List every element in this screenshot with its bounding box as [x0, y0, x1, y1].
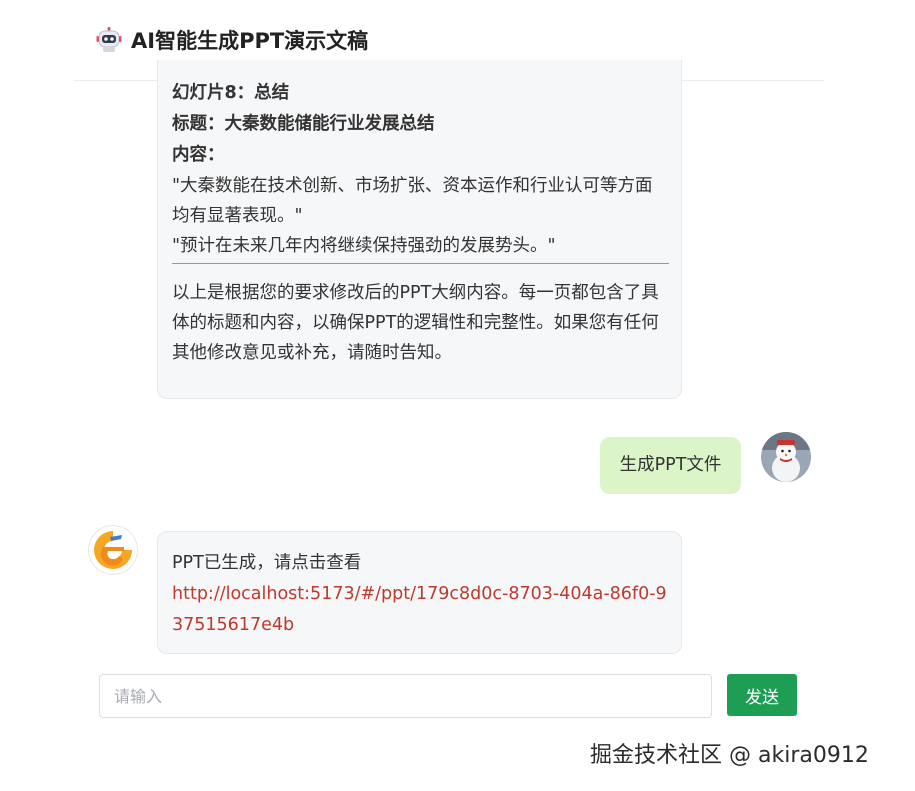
- assistant-outline-message: 幻灯片8：总结 标题：大秦数能储能行业发展总结 内容： "大秦数能在技术创新、市…: [157, 60, 682, 399]
- page-title: AI智能生成PPT演示文稿: [131, 29, 369, 53]
- content-label: 内容：: [172, 145, 225, 165]
- outline-bullet-2: "预计在未来几年内将继续保持强劲的发展势头。": [172, 236, 556, 256]
- slide-heading: 幻灯片8：总结: [172, 83, 290, 103]
- outline-bullet-1: "大秦数能在技术创新、市场扩张、资本运作和行业认可等方面均有显著表现。": [172, 176, 653, 226]
- user-message: 生成PPT文件: [600, 437, 741, 494]
- robot-icon: [96, 26, 122, 53]
- bot-avatar: [88, 525, 138, 575]
- send-button[interactable]: 发送: [727, 674, 797, 716]
- ppt-generated-text: PPT已生成，请点击查看: [172, 553, 362, 573]
- chat-page: AI智能生成PPT演示文稿 幻灯片8：总结 标题：大秦数能储能行业发展总结 内容…: [0, 0, 915, 791]
- slide-title: 标题：大秦数能储能行业发展总结: [172, 114, 435, 134]
- message-input[interactable]: [99, 674, 712, 718]
- ppt-link[interactable]: http://localhost:5173/#/ppt/179c8d0c-870…: [172, 584, 667, 635]
- message-divider: [172, 263, 669, 264]
- watermark: 掘金技术社区 @ akira0912: [590, 743, 869, 768]
- outline-closing-text: 以上是根据您的要求修改后的PPT大纲内容。每一页都包含了具体的标题和内容，以确保…: [172, 283, 659, 363]
- assistant-ppt-message: PPT已生成，请点击查看 http://localhost:5173/#/ppt…: [157, 531, 682, 654]
- user-avatar: [761, 432, 811, 482]
